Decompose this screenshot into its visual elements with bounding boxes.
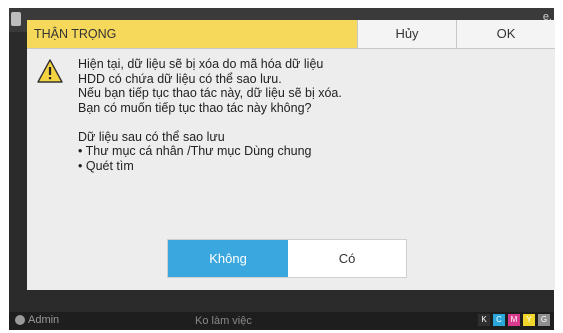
confirm-choice-group: Không Có (167, 239, 407, 278)
status-user-name: Admin (28, 314, 60, 326)
caution-dialog: THẬN TRỌNG Hủy OK Hiện tại, dữ liệu sẽ b… (27, 20, 555, 290)
ink-m: M (508, 314, 520, 326)
ink-k: K (478, 314, 490, 326)
warning-icon (37, 59, 63, 83)
yes-button[interactable]: Có (288, 240, 406, 277)
ink-levels: K C M Y G (478, 314, 550, 326)
dialog-header: THẬN TRỌNG Hủy OK (27, 20, 555, 49)
ink-g: G (538, 314, 550, 326)
message-line: Hiện tại, dữ liệu sẽ bị xóa do mã hóa dữ… (78, 57, 324, 71)
no-button[interactable]: Không (168, 240, 288, 277)
ink-c: C (493, 314, 505, 326)
backup-item: • Quét tìm (78, 158, 134, 173)
message-line: Bạn có muốn tiếp tục thao tác này không? (78, 100, 312, 115)
status-user: Admin (15, 314, 59, 326)
ink-y: Y (523, 314, 535, 326)
dialog-message: Hiện tại, dữ liệu sẽ bị xóa do mã hóa dữ… (78, 57, 538, 173)
backup-heading: Dữ liệu sau có thể sao lưu (78, 129, 225, 144)
home-icon (11, 12, 21, 26)
status-state: Ko làm việc (195, 315, 252, 327)
dialog-title: THẬN TRỌNG (27, 20, 357, 48)
status-bar: Admin Ko làm việc K C M Y G (9, 312, 554, 330)
user-icon (15, 315, 25, 325)
backup-item: • Thư mục cá nhân /Thư mục Dùng chung (78, 144, 312, 158)
ok-button[interactable]: OK (456, 20, 555, 48)
message-line: HDD có chứa dữ liệu có thể sao lưu. (78, 71, 282, 86)
message-line: Nếu bạn tiếp tục thao tác này, dữ liệu s… (78, 86, 342, 100)
cancel-button[interactable]: Hủy (357, 20, 456, 48)
